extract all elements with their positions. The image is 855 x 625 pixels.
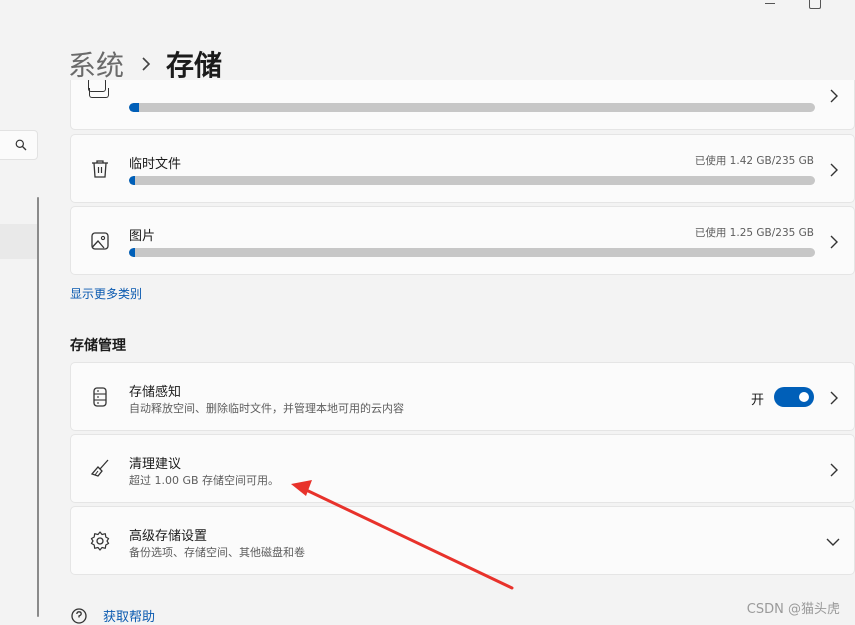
section-title: 存储管理	[70, 338, 126, 354]
search-icon	[15, 139, 27, 151]
chevron-right-icon	[830, 163, 838, 177]
help-icon	[71, 607, 87, 624]
advanced-settings-subtitle: 备份选项、存储空间、其他磁盘和卷	[129, 546, 305, 559]
cleanup-recommendations-card[interactable]: 清理建议 超过 1.00 GB 存储空间可用。	[70, 434, 855, 503]
usage-bar	[129, 248, 815, 257]
category-label: 图片	[129, 229, 156, 244]
get-help-link[interactable]: 获取帮助	[103, 606, 155, 625]
watermark: CSDN @猫头虎	[746, 602, 840, 617]
usage-bar	[129, 176, 815, 185]
storage-category-videos-visible[interactable]	[70, 88, 855, 130]
usage-text: 已使用 1.25 GB/235 GB	[694, 227, 814, 239]
get-help[interactable]: 获取帮助	[70, 606, 155, 625]
usage-bar-fill	[129, 176, 136, 185]
nav-scrollbar[interactable]	[37, 197, 39, 617]
drive-icon	[93, 387, 107, 407]
usage-text: 已使用 1.42 GB/235 GB	[694, 155, 814, 167]
gear-icon	[90, 531, 110, 551]
minimize-button[interactable]	[765, 3, 775, 4]
video-icon	[89, 88, 109, 98]
storage-sense-toggle[interactable]	[774, 387, 814, 407]
storage-sense-title: 存储感知	[129, 385, 182, 400]
broom-icon	[90, 459, 109, 477]
toggle-state-label: 开	[750, 393, 764, 408]
cleanup-title: 清理建议	[129, 457, 182, 472]
nav-item-selected[interactable]	[0, 224, 38, 259]
usage-bar-fill	[129, 248, 136, 257]
storage-category-pictures[interactable]: 图片 已使用 1.25 GB/235 GB	[70, 206, 855, 275]
toggle-knob	[799, 392, 809, 402]
storage-sense-subtitle: 自动释放空间、删除临时文件，并管理本地可用的云内容	[129, 402, 404, 415]
usage-bar	[129, 103, 815, 112]
storage-sense-card[interactable]: 存储感知 自动释放空间、删除临时文件，并管理本地可用的云内容 开	[70, 362, 855, 431]
advanced-settings-title: 高级存储设置	[129, 529, 208, 544]
trash-icon	[92, 160, 108, 178]
cleanup-subtitle: 超过 1.00 GB 存储空间可用。	[129, 474, 280, 487]
storage-category-temp-files[interactable]: 临时文件 已使用 1.42 GB/235 GB	[70, 134, 855, 203]
page-title: 存储	[166, 49, 223, 82]
navigation-pane	[0, 0, 48, 623]
chevron-right-icon	[830, 89, 838, 103]
breadcrumb-overlay: 系统 存储	[68, 44, 222, 84]
chevron-right-icon	[830, 463, 838, 477]
chevron-right-icon	[830, 235, 838, 249]
picture-icon	[91, 232, 109, 250]
show-more-categories-link[interactable]: 显示更多类别	[70, 285, 142, 302]
advanced-storage-settings-card[interactable]: 高级存储设置 备份选项、存储空间、其他磁盘和卷	[70, 506, 855, 575]
category-label: 临时文件	[129, 157, 182, 172]
breadcrumb-parent[interactable]: 系统	[68, 44, 124, 84]
search-input[interactable]	[0, 130, 38, 160]
chevron-right-icon	[830, 391, 838, 405]
chevron-down-icon	[826, 538, 840, 546]
chevron-right-icon	[142, 57, 151, 71]
usage-bar-fill	[129, 103, 139, 112]
maximize-button[interactable]	[809, 0, 821, 9]
